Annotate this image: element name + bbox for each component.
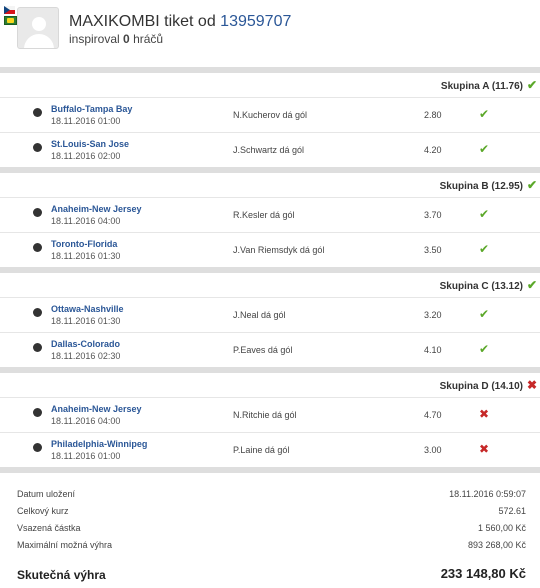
group-label: Skupina C (13.12) xyxy=(439,281,523,292)
group-label: Skupina A (11.76) xyxy=(440,81,523,92)
summary-label: Celkový kurz xyxy=(17,506,69,516)
match-link[interactable]: Toronto-Florida xyxy=(51,239,117,249)
check-icon: ✔ xyxy=(479,142,490,156)
ticket-header: MAXIKOMBI tiket od 13959707 inspiroval 0… xyxy=(0,0,540,64)
ticket-id-link[interactable]: 13959707 xyxy=(220,13,291,30)
match-date: 18.11.2016 04:00 xyxy=(51,416,121,426)
flag-icons xyxy=(4,6,18,25)
hockey-puck-icon xyxy=(33,443,42,452)
match-date: 18.11.2016 04:00 xyxy=(51,216,121,226)
bet-odds: 4.10 xyxy=(424,345,442,355)
check-icon: ✔ xyxy=(479,242,490,256)
group-divider xyxy=(0,467,540,473)
summary-row: Vsazená částka 1 560,00 Kč xyxy=(0,520,540,536)
bet-tip: N.Ritchie dá gól xyxy=(233,410,297,420)
cross-icon: ✖ xyxy=(479,442,490,456)
summary-value: 572.61 xyxy=(498,506,526,516)
hockey-puck-icon xyxy=(33,243,42,252)
summary-value: 1 560,00 Kč xyxy=(477,523,526,533)
actual-win-value: 233 148,80 Kč xyxy=(440,566,526,581)
group-header: Skupina A (11.76) ✔ xyxy=(0,73,540,97)
bet-odds: 2.80 xyxy=(424,110,442,120)
group-header: Skupina B (12.95) ✔ xyxy=(0,173,540,197)
summary-label: Vsazená částka xyxy=(17,523,81,533)
bet-row: Anaheim-New Jersey 18.11.2016 04:00 R.Kesl… xyxy=(0,197,540,232)
inspired-text: inspiroval 0 hráčů xyxy=(69,32,163,46)
ticket-title-prefix: MAXIKOMBI tiket od xyxy=(69,13,216,30)
match-link[interactable]: Buffalo-Tampa Bay xyxy=(51,104,132,114)
bet-tip: J.Schwartz dá gól xyxy=(233,145,305,155)
slovak-flag-icon xyxy=(4,16,17,25)
bet-row: Toronto-Florida 18.11.2016 01:30 J.Van Rie… xyxy=(0,232,540,267)
bet-tip: P.Laine dá gól xyxy=(233,445,290,455)
summary-label: Datum uložení xyxy=(17,489,76,499)
bet-tip: R.Kesler dá gól xyxy=(233,210,295,220)
group-label: Skupina D (14.10) xyxy=(439,381,523,392)
cross-icon: ✖ xyxy=(526,378,537,392)
bet-row: Ottawa-Nashville 18.11.2016 01:30 J.Neal d… xyxy=(0,297,540,332)
summary-row: Maximální možná výhra 893 268,00 Kč xyxy=(0,537,540,553)
check-icon: ✔ xyxy=(479,207,490,221)
hockey-puck-icon xyxy=(33,308,42,317)
inspired-prefix: inspiroval xyxy=(69,32,120,46)
bet-row: Philadelphia-Winnipeg 18.11.2016 01:00 P.L… xyxy=(0,432,540,467)
avatar[interactable] xyxy=(17,7,59,49)
bet-row: St.Louis-San Jose 18.11.2016 02:00 J.Schwa… xyxy=(0,132,540,167)
bet-tip: N.Kucherov dá gól xyxy=(233,110,308,120)
bet-odds: 3.50 xyxy=(424,245,442,255)
group-header: Skupina D (14.10) ✖ xyxy=(0,373,540,397)
summary-row: Celkový kurz 572.61 xyxy=(0,503,540,519)
summary-value: 18.11.2016 0:59:07 xyxy=(449,489,526,499)
czech-flag-icon xyxy=(4,6,15,14)
match-date: 18.11.2016 01:30 xyxy=(51,251,121,261)
match-date: 18.11.2016 02:00 xyxy=(51,151,121,161)
bet-row: Dallas-Colorado 18.11.2016 02:30 P.Eaves d… xyxy=(0,332,540,367)
match-link[interactable]: Ottawa-Nashville xyxy=(51,304,124,314)
bet-odds: 3.00 xyxy=(424,445,442,455)
match-date: 18.11.2016 01:30 xyxy=(51,316,121,326)
check-icon: ✔ xyxy=(479,107,490,121)
bet-row: Anaheim-New Jersey 18.11.2016 04:00 N.Ritc… xyxy=(0,397,540,432)
check-icon: ✔ xyxy=(526,178,537,192)
match-link[interactable]: St.Louis-San Jose xyxy=(51,139,129,149)
inspired-suffix: hráčů xyxy=(133,32,164,46)
bet-odds: 3.20 xyxy=(424,310,442,320)
check-icon: ✔ xyxy=(479,307,490,321)
actual-win-label: Skutečná výhra xyxy=(17,568,106,582)
bet-odds: 3.70 xyxy=(424,210,442,220)
match-date: 18.11.2016 01:00 xyxy=(51,116,121,126)
hockey-puck-icon xyxy=(33,343,42,352)
bet-tip: J.Van Riemsdyk dá gól xyxy=(233,245,325,255)
summary-row: Datum uložení 18.11.2016 0:59:07 xyxy=(0,486,540,502)
match-link[interactable]: Anaheim-New Jersey xyxy=(51,204,142,214)
inspired-count: 0 xyxy=(123,32,130,46)
match-date: 18.11.2016 01:00 xyxy=(51,451,121,461)
bet-odds: 4.20 xyxy=(424,145,442,155)
match-link[interactable]: Anaheim-New Jersey xyxy=(51,404,142,414)
group-label: Skupina B (12.95) xyxy=(439,181,523,192)
hockey-puck-icon xyxy=(33,143,42,152)
match-link[interactable]: Philadelphia-Winnipeg xyxy=(51,439,147,449)
match-link[interactable]: Dallas-Colorado xyxy=(51,339,120,349)
summary-label: Maximální možná výhra xyxy=(17,540,113,550)
check-icon: ✔ xyxy=(526,278,537,292)
check-icon: ✔ xyxy=(479,342,490,356)
hockey-puck-icon xyxy=(33,408,42,417)
match-date: 18.11.2016 02:30 xyxy=(51,351,121,361)
ticket-title: MAXIKOMBI tiket od 13959707 xyxy=(69,13,291,31)
check-icon: ✔ xyxy=(526,78,537,92)
hockey-puck-icon xyxy=(33,108,42,117)
cross-icon: ✖ xyxy=(479,407,490,421)
group-header: Skupina C (13.12) ✔ xyxy=(0,273,540,297)
hockey-puck-icon xyxy=(33,208,42,217)
actual-win-row: Skutečná výhra 233 148,80 Kč xyxy=(0,564,540,584)
bet-tip: P.Eaves dá gól xyxy=(233,345,293,355)
summary-value: 893 268,00 Kč xyxy=(467,540,526,550)
bet-tip: J.Neal dá gól xyxy=(233,310,286,320)
bet-row: Buffalo-Tampa Bay 18.11.2016 01:00 N.Kuche… xyxy=(0,97,540,132)
bet-odds: 4.70 xyxy=(424,410,442,420)
